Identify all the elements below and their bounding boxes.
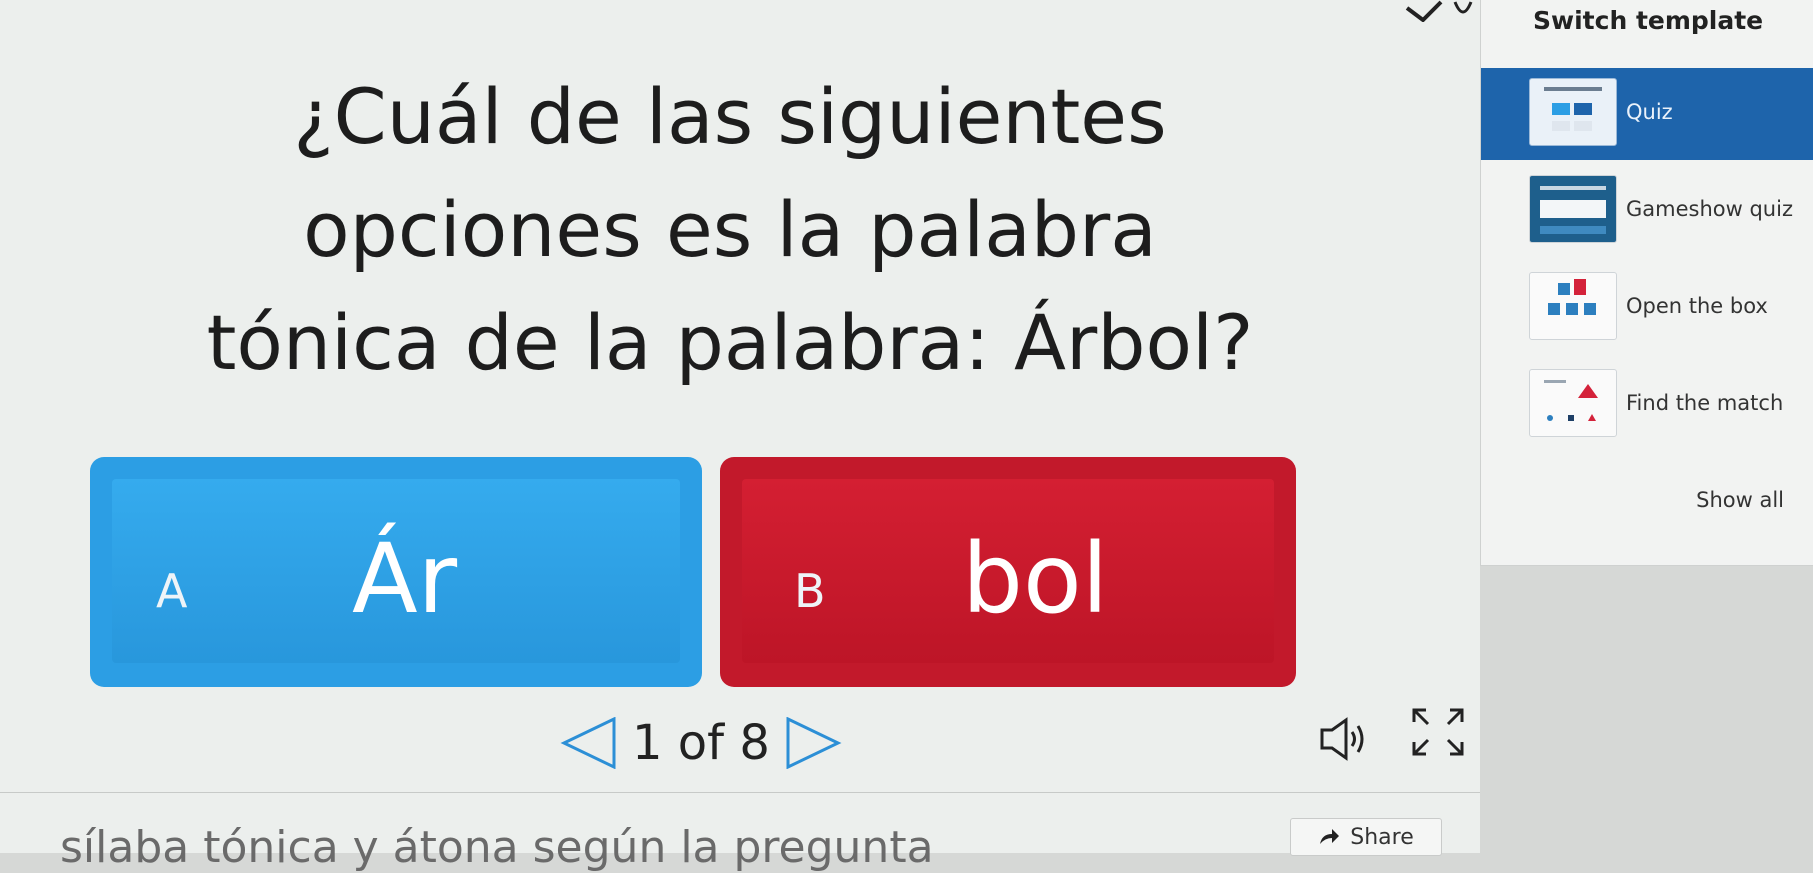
next-triangle-icon[interactable]	[784, 717, 842, 769]
open-the-box-thumbnail-icon	[1529, 272, 1617, 340]
answer-b-button[interactable]: B bol	[720, 457, 1296, 687]
speaker-icon[interactable]	[1318, 716, 1372, 762]
template-quiz-label: Quiz	[1626, 100, 1673, 124]
answer-a-text: Ár	[352, 523, 458, 635]
question-line-2: opciones es la palabra	[303, 185, 1157, 274]
pager: 1 of 8	[560, 708, 842, 778]
question-line-1: ¿Cuál de las siguientes	[293, 72, 1167, 161]
footer-divider	[0, 792, 1480, 793]
answer-b-face: B bol	[742, 479, 1274, 663]
question-text: ¿Cuál de las siguientes opciones es la p…	[80, 60, 1380, 399]
fullscreen-icon[interactable]	[1408, 704, 1468, 760]
template-find-the-match[interactable]: Find the match	[1481, 359, 1813, 451]
checkmark-icon	[1405, 0, 1473, 22]
template-find-the-match-label: Find the match	[1626, 391, 1784, 415]
template-open-the-box-label: Open the box	[1626, 294, 1768, 318]
show-all-link[interactable]: Show all	[1696, 488, 1784, 512]
gameshow-thumbnail-icon	[1529, 175, 1617, 243]
template-open-the-box[interactable]: Open the box	[1481, 262, 1813, 354]
find-the-match-thumbnail-icon	[1529, 369, 1617, 437]
question-line-3: tónica de la palabra: Árbol?	[206, 298, 1254, 387]
template-gameshow-quiz-label: Gameshow quiz	[1626, 197, 1793, 221]
activity-stage: ¿Cuál de las siguientes opciones es la p…	[0, 0, 1480, 873]
share-button[interactable]: Share	[1290, 818, 1442, 856]
answer-a-button[interactable]: A Ár	[90, 457, 702, 687]
prev-triangle-icon[interactable]	[560, 717, 618, 769]
quiz-thumbnail-icon	[1529, 78, 1617, 146]
template-gameshow-quiz[interactable]: Gameshow quiz	[1481, 165, 1813, 257]
answer-b-text: bol	[962, 523, 1109, 635]
page-indicator: 1 of 8	[632, 715, 770, 771]
template-quiz[interactable]: Quiz	[1481, 68, 1813, 160]
share-label: Share	[1350, 824, 1414, 850]
answer-a-letter: A	[156, 564, 188, 618]
activity-title: sílaba tónica y átona según la pregunta	[60, 822, 934, 873]
answer-b-letter: B	[794, 564, 826, 618]
panel-title: Switch template	[1533, 6, 1764, 35]
answer-a-face: A Ár	[112, 479, 680, 663]
share-arrow-icon	[1320, 829, 1340, 844]
switch-template-panel: Switch template Quiz Gameshow quiz Open …	[1480, 0, 1813, 566]
